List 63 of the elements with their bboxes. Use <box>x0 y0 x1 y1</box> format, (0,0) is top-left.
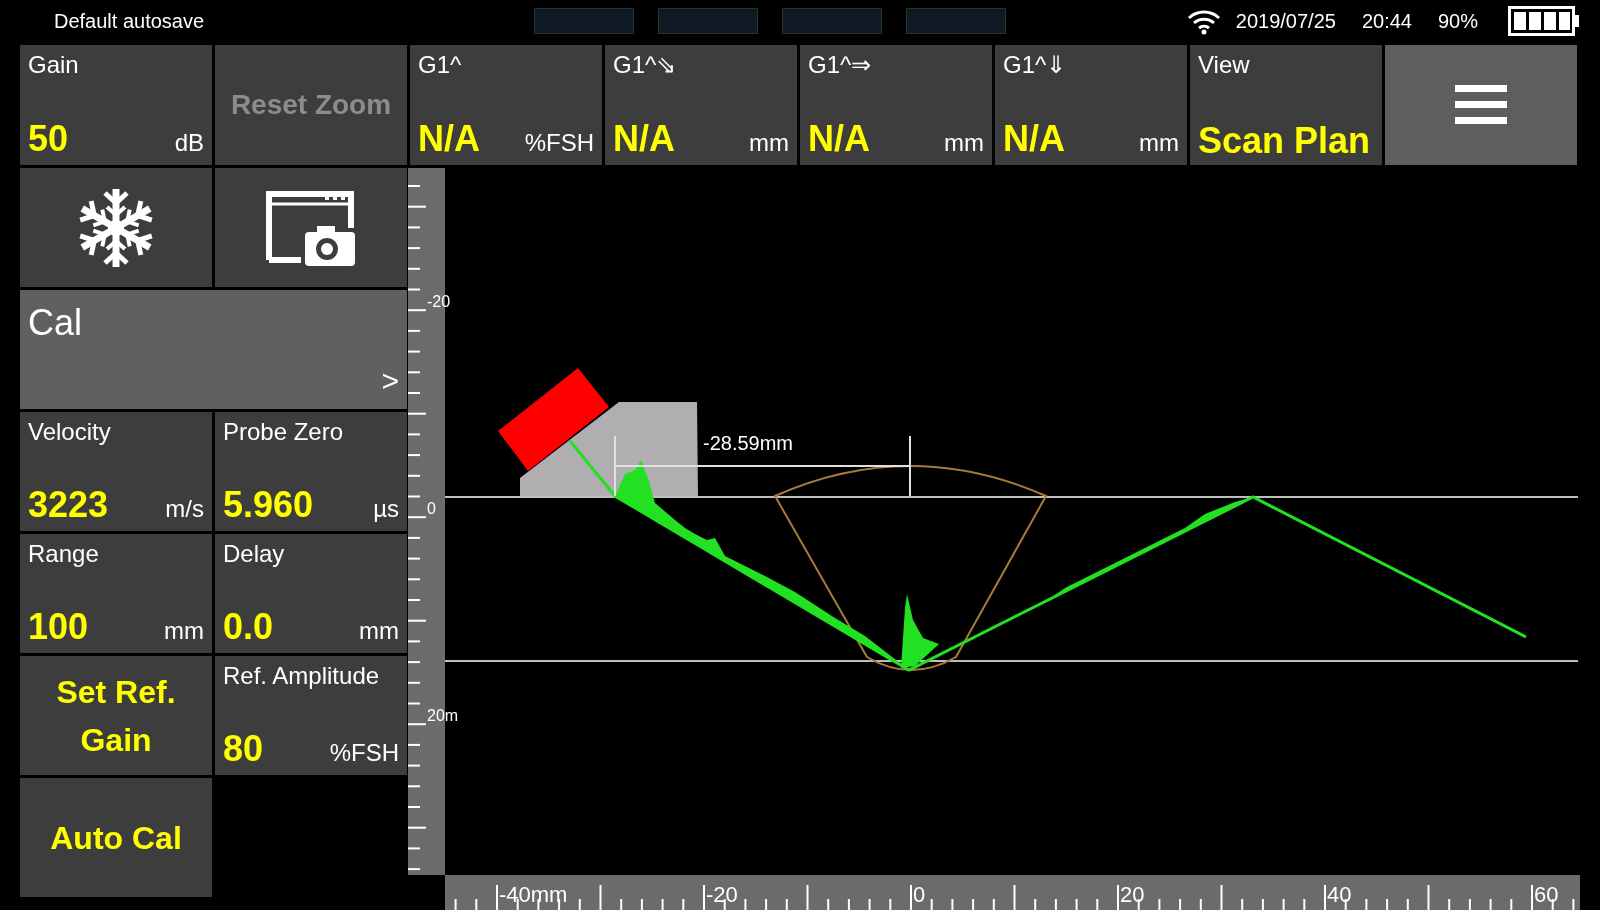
parameter-value: N/A <box>613 119 675 159</box>
unit-label: %FSH <box>524 128 594 158</box>
ruler-label: 60 <box>1534 884 1559 906</box>
parameter-tile[interactable]: Delay 0.0 mm <box>215 534 407 653</box>
menu-icon <box>1455 83 1507 127</box>
parameter-tile[interactable]: G1^⇘ N/A mm <box>605 45 797 165</box>
ruler-label: 0 <box>913 884 926 906</box>
parameter-value: 100 <box>28 607 89 647</box>
ruler-label: -40mm <box>499 884 568 906</box>
parameter-value: N/A <box>1003 119 1065 159</box>
calibration-menu-button[interactable]: Cal > <box>20 290 407 409</box>
parameter-label: Probe Zero <box>223 418 345 447</box>
parameter-label: Delay <box>223 540 286 569</box>
parameter-tile[interactable]: Range 100 mm <box>20 534 212 653</box>
parameter-label: Range <box>28 540 100 569</box>
freeze-button[interactable] <box>20 168 212 287</box>
ruler-label: 0 <box>427 501 436 517</box>
action-button[interactable]: Set Ref. Gain <box>20 656 212 775</box>
unit-label: mm <box>1139 128 1179 158</box>
ruler-label: 40 <box>1327 884 1352 906</box>
parameter-value: N/A <box>418 119 480 159</box>
parameter-value: 3223 <box>28 485 109 525</box>
parameter-label: G1^⇓ <box>1003 51 1068 80</box>
parameter-label: Velocity <box>28 418 112 447</box>
menu-button[interactable] <box>1385 45 1577 165</box>
parameter-value: N/A <box>808 119 870 159</box>
battery-percentage: 90% <box>1437 9 1478 34</box>
date-text: 2019/07/25 <box>1235 9 1336 34</box>
parameter-tile[interactable]: Velocity 3223 m/s <box>20 412 212 531</box>
parameter-value: 5.960 <box>223 485 314 525</box>
parameter-label: Gain <box>28 51 80 80</box>
parameter-tile[interactable]: G1^⇒ N/A mm <box>800 45 992 165</box>
screenshot-button[interactable] <box>215 168 407 287</box>
parameter-label: G1^⇘ <box>613 51 678 80</box>
parameter-tile[interactable]: G1^⇓ N/A mm <box>995 45 1187 165</box>
unit-label: mm <box>164 616 204 646</box>
action-button[interactable]: Auto Cal <box>20 778 212 897</box>
parameter-tile[interactable]: Gain 50 dB <box>20 45 212 165</box>
unit-label: dB <box>174 128 204 158</box>
parameter-label: View <box>1198 51 1251 80</box>
parameter-value: 0.0 <box>223 607 274 647</box>
screen-title: Default autosave <box>54 9 206 34</box>
unit-label: mm <box>359 616 399 646</box>
unit-label: µs <box>373 494 399 524</box>
unit-label: m/s <box>165 494 204 524</box>
ruler-label: -20 <box>706 884 738 906</box>
unit-label: %FSH <box>329 738 399 768</box>
parameter-tile[interactable]: G1^ N/A %FSH <box>410 45 602 165</box>
parameter-tile[interactable]: Ref. Amplitude 80 %FSH <box>215 656 407 775</box>
parameter-label: Ref. Amplitude <box>223 662 381 691</box>
unit-label: mm <box>944 128 984 158</box>
unit-label: mm <box>749 128 789 158</box>
parameter-tile[interactable]: View Scan Plan <box>1190 45 1382 165</box>
battery-icon <box>1508 5 1580 37</box>
parameter-value: 50 <box>28 119 69 159</box>
parameter-label: G1^ <box>418 51 463 80</box>
distance-measurement: -28.59mm <box>703 432 794 454</box>
parameter-value: 80 <box>223 729 264 769</box>
parameter-label: G1^⇒ <box>808 51 873 80</box>
ruler-label: 20 <box>1120 884 1145 906</box>
time-text: 20:44 <box>1361 9 1412 34</box>
parameter-value: Scan Plan <box>1198 121 1371 161</box>
parameter-tile[interactable]: Probe Zero 5.960 µs <box>215 412 407 531</box>
